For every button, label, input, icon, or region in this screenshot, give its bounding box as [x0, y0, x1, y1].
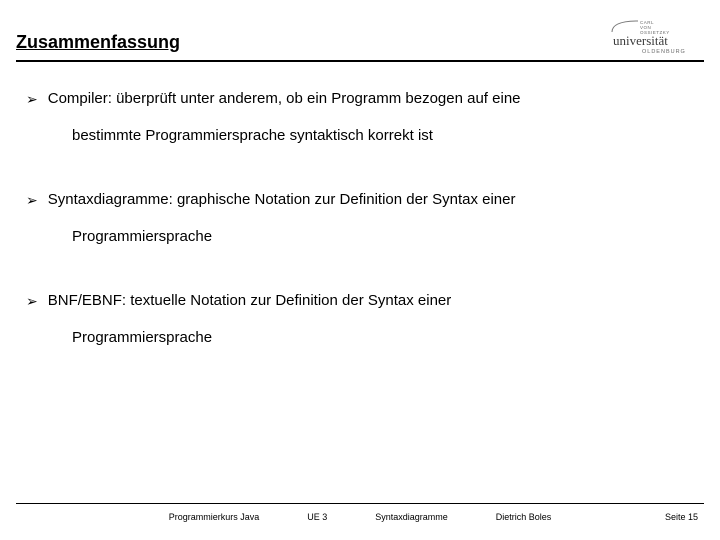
bullet-lead: Syntaxdiagramme: graphische Notation zur…: [48, 189, 690, 212]
header: Zusammenfassung CARL VON OSSIETZKY unive…: [16, 28, 704, 62]
slide-title: Zusammenfassung: [16, 32, 180, 52]
footer: Programmierkurs Java UE 3 Syntaxdiagramm…: [0, 512, 720, 530]
bullet-continuation: Programmiersprache: [72, 226, 690, 249]
logo-word: universität: [613, 33, 668, 48]
footer-page: Seite 15: [665, 512, 698, 522]
logo-line-1: CARL: [640, 20, 654, 25]
footer-unit: UE 3: [307, 512, 327, 530]
footer-topic: Syntaxdiagramme: [375, 512, 448, 530]
triangle-bullet-icon: ➢: [26, 189, 38, 211]
slide: Zusammenfassung CARL VON OSSIETZKY unive…: [0, 0, 720, 540]
bullet-item: ➢ Syntaxdiagramme: graphische Notation z…: [26, 189, 690, 248]
bullet-continuation: Programmiersprache: [72, 327, 690, 350]
bullet-item: ➢ Compiler: überprüft unter anderem, ob …: [26, 88, 690, 147]
bullet-continuation: bestimmte Programmiersprache syntaktisch…: [72, 125, 690, 148]
bullet-item: ➢ BNF/EBNF: textuelle Notation zur Defin…: [26, 290, 690, 349]
bullet-lead: Compiler: überprüft unter anderem, ob ei…: [48, 88, 690, 111]
content: ➢ Compiler: überprüft unter anderem, ob …: [26, 88, 690, 391]
footer-author: Dietrich Boles: [496, 512, 552, 530]
logo-line-2: VON: [640, 25, 651, 30]
logo-sub: OLDENBURG: [642, 49, 686, 55]
footer-course: Programmierkurs Java: [169, 512, 260, 530]
university-logo: CARL VON OSSIETZKY universität OLDENBURG: [610, 18, 700, 56]
triangle-bullet-icon: ➢: [26, 290, 38, 312]
bullet-lead: BNF/EBNF: textuelle Notation zur Definit…: [48, 290, 690, 313]
footer-rule: [16, 503, 704, 504]
triangle-bullet-icon: ➢: [26, 88, 38, 110]
